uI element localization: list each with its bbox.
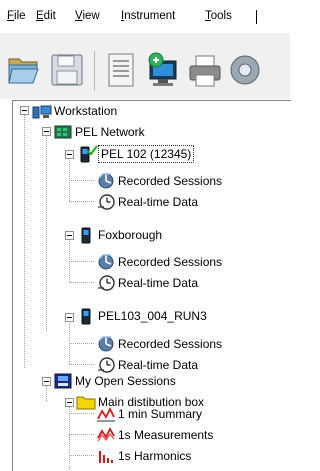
tree-node-pel-network[interactable]: PEL Network: [53, 122, 147, 142]
menu-edit[interactable]: Edit: [36, 10, 56, 22]
instrument-connected-icon: [80, 145, 98, 163]
tree-node-instrument-pel102[interactable]: PEL 102 (12345): [76, 144, 195, 164]
tree-line: [24, 115, 25, 368]
partial-icon[interactable]: [226, 51, 264, 89]
tree-line: [69, 343, 94, 344]
tree-line: [69, 407, 70, 471]
toolbar-separator: [94, 51, 95, 91]
toolbar: [0, 35, 290, 99]
tree-line: [69, 180, 94, 181]
measurements-chart-icon: [97, 427, 115, 442]
tree-line: [69, 282, 94, 283]
tree-node-recorded-sessions[interactable]: Recorded Sessions: [96, 334, 224, 354]
tree-line: [46, 136, 47, 331]
tree-node-summary[interactable]: 1 min Summary: [96, 404, 204, 424]
tree-node-recorded-sessions[interactable]: Recorded Sessions: [96, 171, 224, 191]
tree-node-recorded-sessions[interactable]: Recorded Sessions: [96, 252, 224, 272]
collapse-toggle[interactable]: [65, 150, 74, 159]
open-sessions-icon: [54, 373, 72, 389]
menu-overflow-marker: [256, 10, 257, 24]
tree-panel: Workstation PEL Network PEL 102 (12345) …: [12, 100, 291, 471]
network-icon: [54, 125, 72, 139]
save-disk-icon[interactable]: [48, 51, 86, 89]
tree-line: [69, 201, 94, 202]
connect-instrument-icon[interactable]: [143, 51, 181, 89]
instrument-icon: [81, 227, 91, 244]
collapse-toggle[interactable]: [42, 127, 51, 136]
collapse-toggle[interactable]: [65, 313, 74, 322]
bar-chart-icon: [99, 451, 113, 463]
realtime-clock-icon: [98, 194, 115, 210]
recorded-sessions-icon: [98, 254, 114, 270]
recorded-sessions-icon: [98, 336, 114, 352]
menu-bar: File Edit View Instrument Tools: [0, 0, 290, 35]
tree-node-workstation[interactable]: Workstation: [32, 101, 119, 121]
collapse-toggle[interactable]: [65, 231, 74, 240]
tree-line: [69, 364, 94, 365]
menu-instrument[interactable]: Instrument: [121, 10, 175, 22]
tree-line: [69, 455, 94, 456]
print-icon[interactable]: [186, 51, 224, 89]
document-icon[interactable]: [102, 51, 140, 89]
open-folder-icon[interactable]: [6, 51, 44, 89]
menu-file[interactable]: File: [7, 10, 26, 22]
tree-node-instrument-foxborough[interactable]: Foxborough: [76, 225, 164, 245]
tree-line: [69, 413, 94, 414]
tree-line: [69, 434, 94, 435]
folder-icon: [76, 396, 96, 410]
realtime-clock-icon: [98, 275, 115, 291]
collapse-toggle[interactable]: [42, 377, 51, 386]
line-chart-icon: [97, 406, 115, 422]
tree-node-instrument-pel103[interactable]: PEL103_004_RUN3: [76, 306, 209, 326]
tree-node-my-open-sessions[interactable]: My Open Sessions: [53, 371, 178, 391]
tree-node-realtime-data[interactable]: Real-time Data: [96, 192, 200, 212]
tree-line: [69, 261, 94, 262]
collapse-toggle[interactable]: [65, 398, 74, 407]
workstation-icon: [32, 105, 52, 119]
menu-view[interactable]: View: [75, 10, 100, 22]
collapse-toggle[interactable]: [20, 106, 29, 115]
tree-node-measurements[interactable]: 1s Measurements: [96, 425, 215, 445]
recorded-sessions-icon: [98, 173, 114, 189]
tree-node-harmonics[interactable]: 1s Harmonics: [96, 446, 193, 466]
instrument-icon: [81, 308, 91, 325]
tree-line: [46, 386, 47, 401]
tree-node-realtime-data[interactable]: Real-time Data: [96, 273, 200, 293]
menu-tools[interactable]: Tools: [205, 10, 232, 22]
